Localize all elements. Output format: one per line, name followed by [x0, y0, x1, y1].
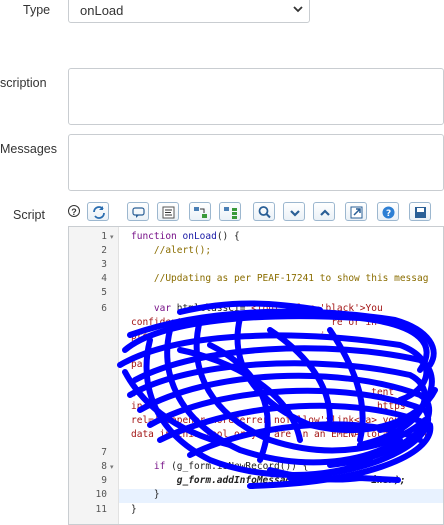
- redaction-scribble: [117, 300, 438, 489]
